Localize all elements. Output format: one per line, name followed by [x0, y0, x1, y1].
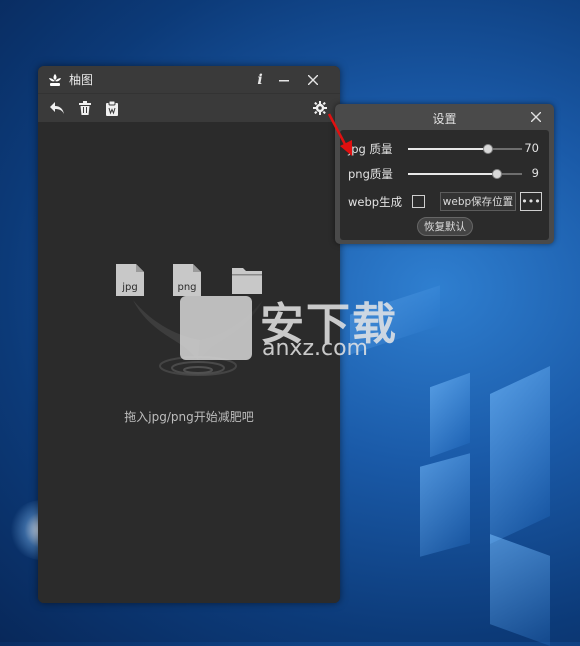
toolbar: [38, 93, 340, 122]
close-icon: [531, 112, 541, 122]
png-quality-slider[interactable]: [408, 167, 522, 181]
settings-header[interactable]: 设置: [335, 104, 554, 130]
clipboard-button[interactable]: [104, 100, 120, 116]
trash-icon: [79, 101, 91, 115]
browse-more-button[interactable]: •••: [520, 192, 542, 211]
webp-generate-checkbox[interactable]: [412, 195, 425, 208]
info-icon: i: [257, 71, 263, 88]
gear-icon: [313, 101, 327, 115]
close-icon: [308, 74, 318, 85]
jpg-quality-slider[interactable]: [408, 142, 522, 156]
reset-defaults-button[interactable]: 恢复默认: [417, 217, 473, 236]
png-file-icon: png: [173, 264, 201, 296]
app-logo-icon: [49, 73, 61, 86]
drop-hint-text: 拖入jpg/png开始减肥吧: [124, 410, 254, 424]
jpg-file-icon: jpg: [116, 264, 144, 296]
slider-fill: [408, 173, 497, 175]
settings-panel: 设置 jpg 质量 70 png质量 9 webp生成 webp保存位置 •••…: [335, 104, 554, 244]
settings-title: 设置: [432, 112, 457, 126]
webp-generate-label: webp生成: [348, 195, 403, 209]
minimize-button[interactable]: [271, 66, 297, 93]
minimize-icon: [279, 79, 289, 81]
undo-icon: [50, 102, 64, 114]
app-title: 柚图: [69, 73, 94, 87]
settings-body: jpg 质量 70 png质量 9 webp生成 webp保存位置 ••• 恢复…: [340, 130, 549, 240]
webp-save-location-button[interactable]: webp保存位置: [440, 192, 516, 211]
annotation-arrow: [327, 113, 352, 156]
slider-fill: [408, 148, 488, 150]
info-button[interactable]: i: [247, 66, 273, 93]
png-quality-label: png质量: [348, 167, 393, 181]
png-quality-value: 9: [531, 166, 539, 180]
close-button[interactable]: [300, 66, 326, 93]
title-bar[interactable]: 柚图 i: [38, 66, 340, 93]
undo-button[interactable]: [49, 100, 65, 116]
slider-handle[interactable]: [491, 169, 502, 179]
slider-handle[interactable]: [482, 144, 493, 154]
clipboard-icon: [106, 100, 118, 116]
watermark-subtext: anxz.com: [262, 336, 368, 361]
folder-icon: [232, 266, 262, 294]
delete-button[interactable]: [77, 100, 93, 116]
watermark-shield-icon: [180, 296, 252, 360]
settings-close-button[interactable]: [526, 107, 546, 127]
drop-area[interactable]: jpg png 拖入jpg/png开始减肥吧: [38, 122, 340, 603]
jpg-quality-value: 70: [524, 141, 539, 155]
